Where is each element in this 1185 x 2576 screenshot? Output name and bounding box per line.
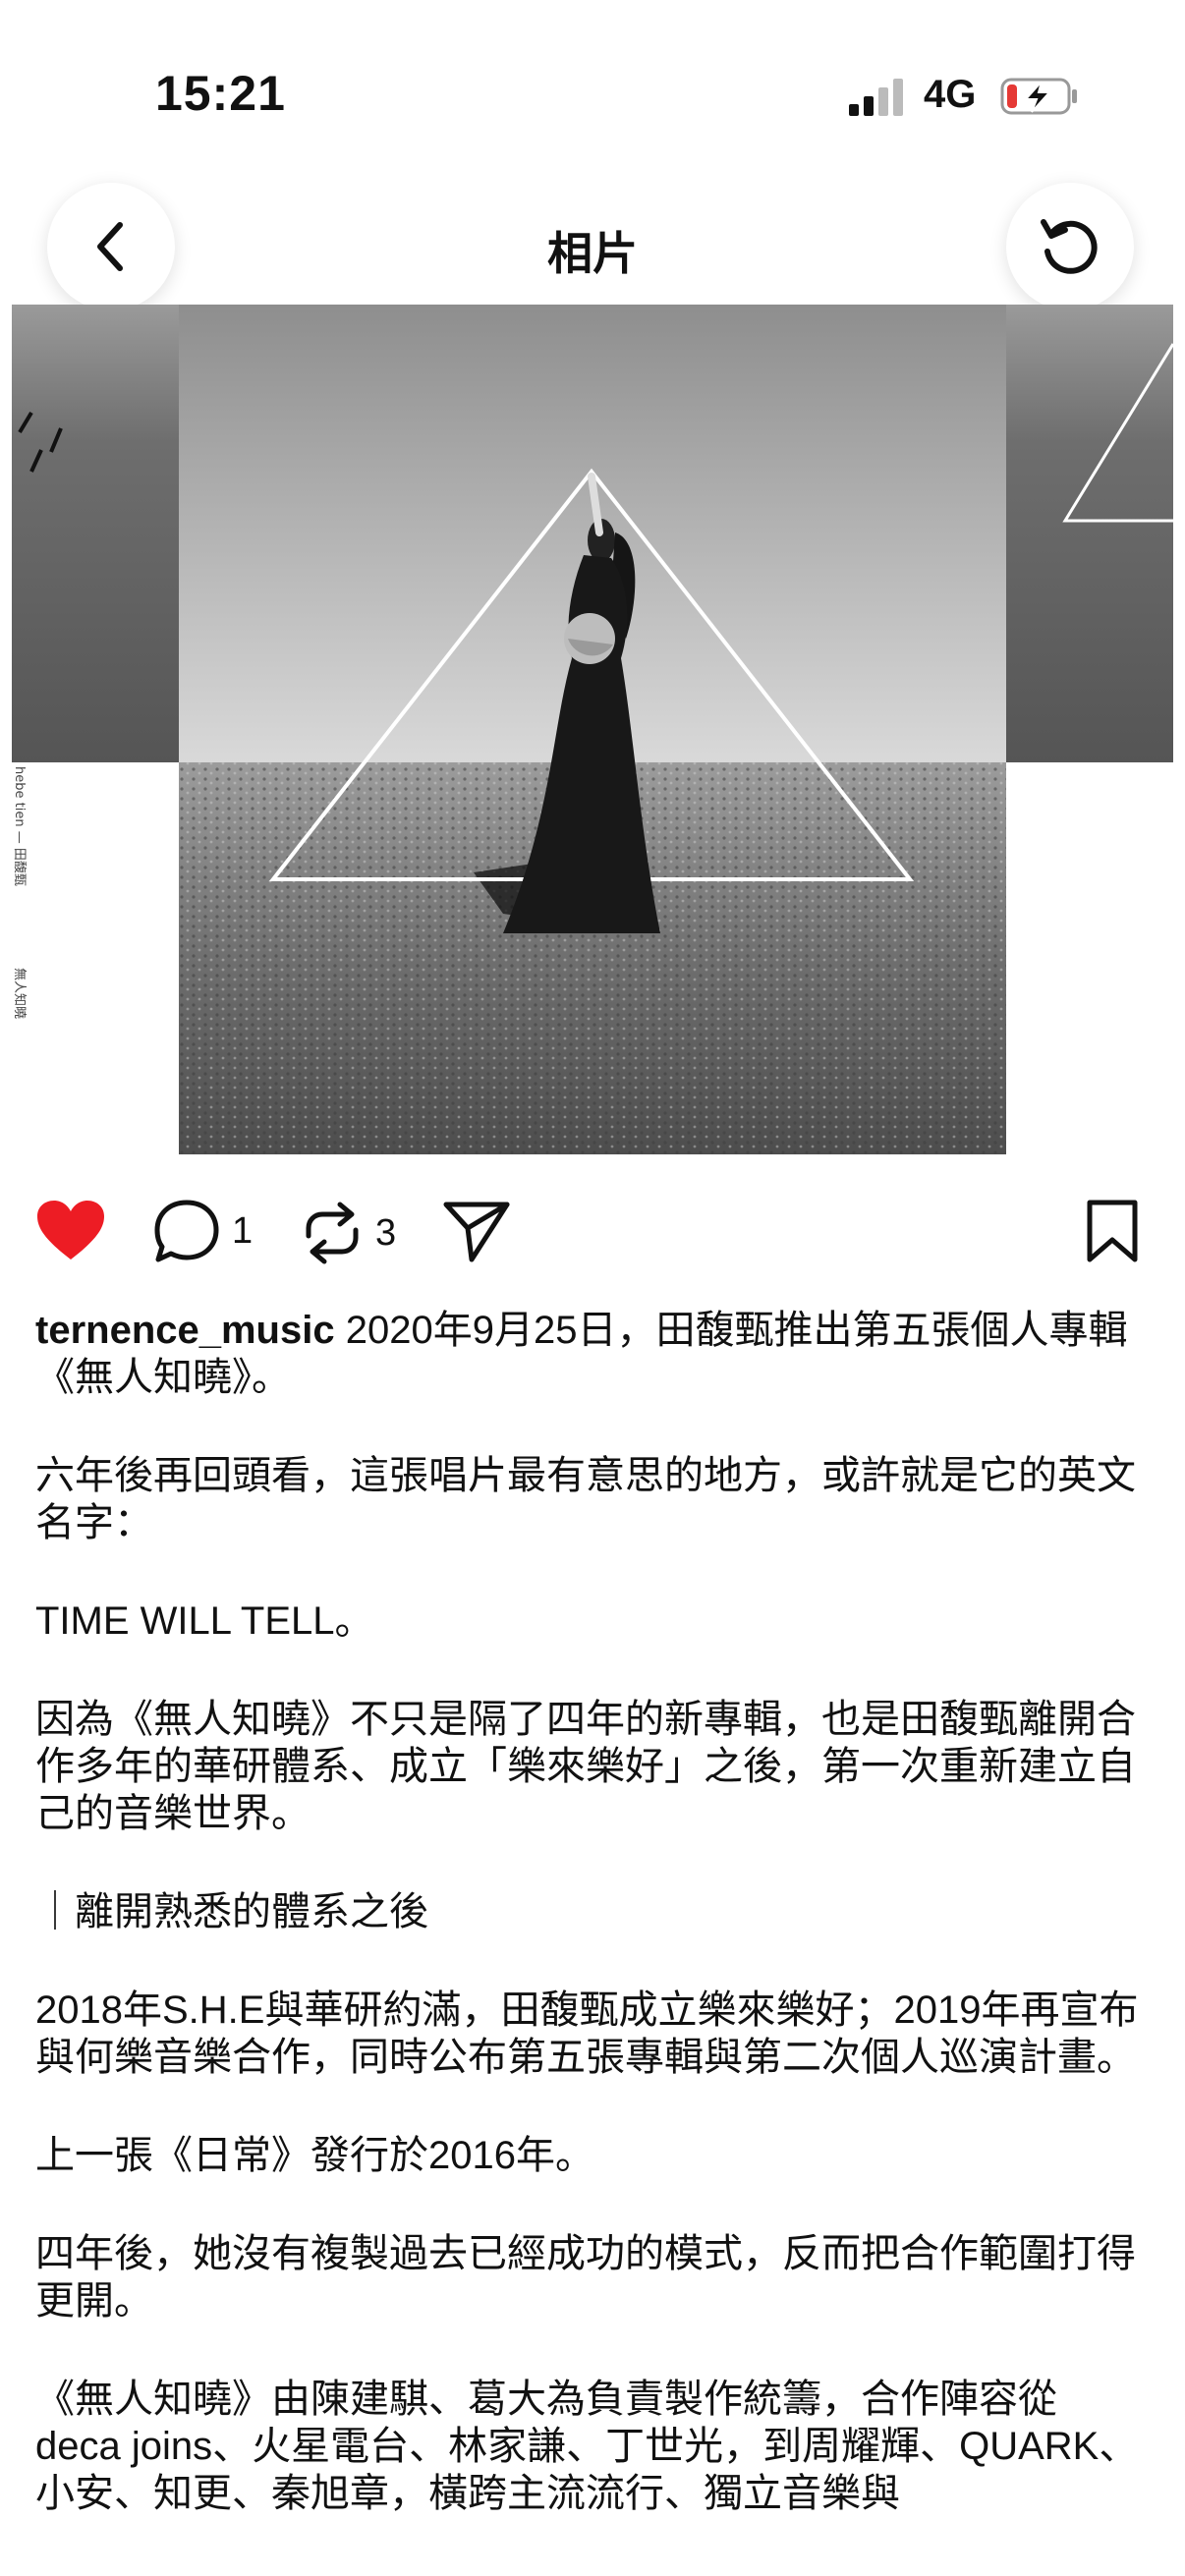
- repost-icon: [306, 1202, 359, 1264]
- share-button[interactable]: [442, 1199, 511, 1263]
- send-icon: [443, 1202, 510, 1262]
- post-username[interactable]: ternence_music: [35, 1309, 335, 1352]
- caption-paragraph: 2018年S.H.E與華研約滿，田馥甄成立樂來樂好；2019年再宣布與何樂音樂合…: [35, 1988, 1139, 2079]
- caption-paragraph: 《無人知曉》由陳建騏、葛大為負責製作統籌，合作陣容從 deca joins、火星…: [35, 2378, 1139, 2515]
- network-type: 4G: [924, 73, 977, 116]
- save-button[interactable]: [1085, 1199, 1140, 1263]
- caption-paragraph: TIME WILL TELL。: [35, 1599, 374, 1643]
- comment-count: 1: [232, 1209, 254, 1252]
- album-cover-photo[interactable]: [179, 305, 1006, 1154]
- previous-photo[interactable]: [12, 305, 179, 762]
- post-caption: ternence_music 2020年9月25日，田馥甄推出第五張個人專輯《無…: [35, 1307, 1152, 2568]
- repost-count: 3: [375, 1211, 397, 1254]
- rotate-button[interactable]: [1006, 183, 1134, 310]
- side-text-artist: hebe tien — 田馥甄: [12, 766, 27, 886]
- next-photo[interactable]: [1006, 305, 1175, 762]
- comment-button[interactable]: 1: [153, 1199, 253, 1263]
- caption-intro: ternence_music 2020年9月25日，田馥甄推出第五張個人專輯《無…: [35, 1307, 1152, 1401]
- caption-paragraph: 上一張《日常》發行於2016年。: [35, 2134, 594, 2177]
- rotate-icon: [1041, 219, 1098, 274]
- status-bar: 15:21 4G: [0, 0, 1185, 187]
- caption-paragraph: 因為《無人知曉》不只是隔了四年的新專輯，也是田馥甄離開合作多年的華研體系、成立「…: [35, 1698, 1136, 1835]
- battery-charging-icon: [1000, 78, 1077, 115]
- comment-icon: [154, 1200, 219, 1262]
- caption-paragraph: ｜離開熟悉的體系之後: [35, 1890, 428, 1933]
- like-button[interactable]: [35, 1199, 106, 1263]
- status-time: 15:21: [155, 66, 286, 121]
- photo-carousel[interactable]: hebe tien — 田馥甄 無人知曉: [0, 305, 1185, 1159]
- side-text-album: 無人知曉: [12, 968, 28, 1019]
- album-side-text: hebe tien — 田馥甄 無人知曉: [10, 766, 29, 1159]
- signal-icon: [849, 79, 903, 116]
- post-action-bar: 1 3: [0, 1199, 1185, 1277]
- heart-filled-icon: [37, 1201, 104, 1260]
- caption-paragraph: 四年後，她沒有複製過去已經成功的模式，反而把合作範圍打得更開。: [35, 2232, 1136, 2323]
- next-photo-art: [1006, 305, 1175, 762]
- previous-photo-art: [12, 305, 179, 762]
- caption-paragraph: 六年後再回頭看，這張唱片最有意思的地方，或許就是它的英文名字：: [35, 1454, 1136, 1544]
- bookmark-icon: [1087, 1200, 1138, 1262]
- repost-button[interactable]: 3: [301, 1199, 396, 1267]
